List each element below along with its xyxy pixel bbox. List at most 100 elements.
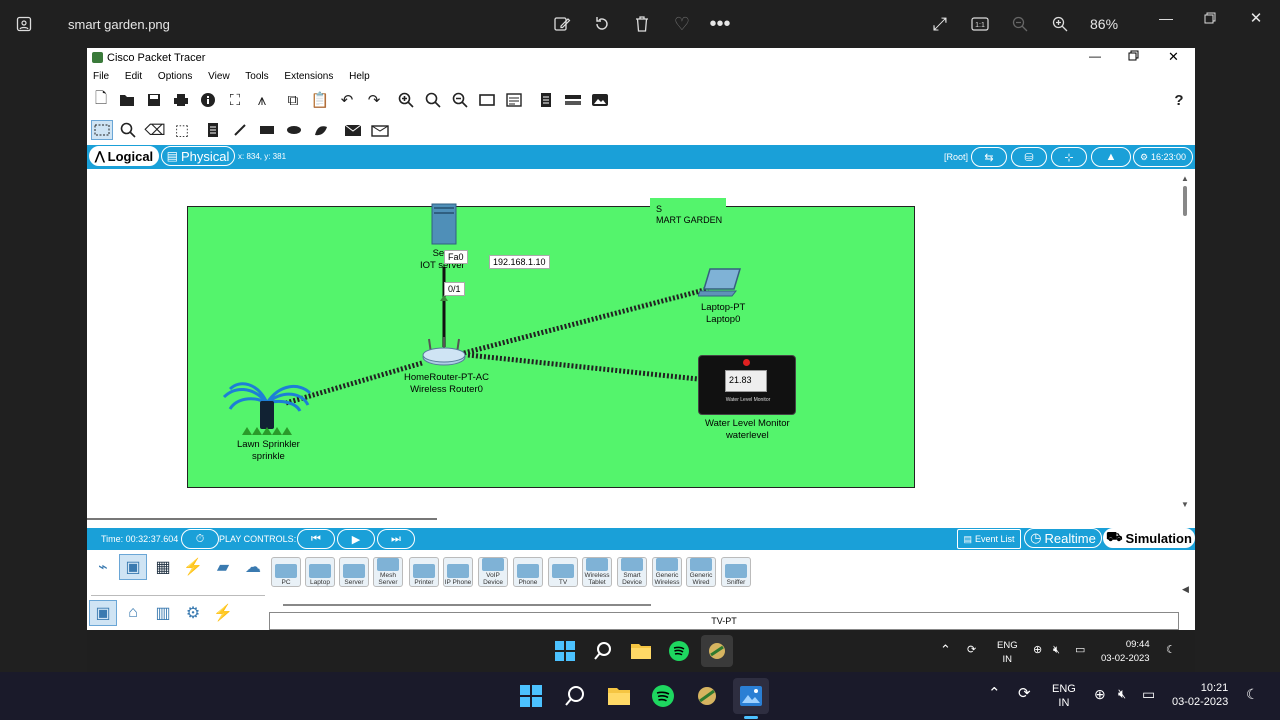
notifications-icon[interactable]: ☾ [1246, 687, 1259, 701]
simulation-button[interactable]: ⛟ Simulation [1103, 528, 1195, 548]
inner-volume-icon[interactable]: 🔇︎ [1053, 643, 1060, 657]
device-server[interactable]: Server [339, 557, 369, 587]
inner-show-hidden-icon[interactable]: ⌃ [940, 643, 951, 657]
inspect-icon[interactable] [118, 120, 138, 140]
spotify-icon[interactable] [649, 682, 677, 710]
back-button[interactable]: ⏮ [297, 529, 335, 549]
save-icon[interactable] [144, 90, 164, 110]
inner-notifications-icon[interactable]: ☾ [1166, 643, 1176, 657]
draw-line-icon[interactable] [230, 120, 250, 140]
realtime-button[interactable]: ◷ Realtime [1024, 528, 1102, 548]
inner-network-icon[interactable]: ⊕ [1033, 643, 1042, 657]
power-grid-icon[interactable]: ⚡ [209, 600, 237, 626]
add-simple-pdu-icon[interactable] [343, 120, 363, 140]
device-laptop[interactable]: Laptop [305, 557, 335, 587]
pt-restore-icon[interactable] [1128, 50, 1139, 64]
fullscreen-icon[interactable]: ⤢ [926, 10, 954, 38]
inner-battery-icon[interactable]: ▭ [1075, 643, 1085, 657]
power-cycle-button[interactable]: ⏱ [181, 529, 219, 549]
device-generic-wireless[interactable]: Generic Wireless [652, 557, 682, 587]
menu-extensions[interactable]: Extensions [284, 71, 333, 82]
packet-tracer-icon[interactable] [693, 682, 721, 710]
zoom-in-icon[interactable] [1046, 10, 1074, 38]
new-cluster-button[interactable]: ⛁ [1011, 147, 1047, 167]
drawing-palette-icon[interactable] [477, 90, 497, 110]
forward-button[interactable]: ⏭ [377, 529, 415, 549]
move-object-button[interactable]: ⊹ [1051, 147, 1087, 167]
smart-garden-area[interactable]: S MART GARDEN Serv IOT server Fa0 0/1 19… [187, 198, 915, 488]
menu-options[interactable]: Options [158, 71, 192, 82]
device-scrollbar[interactable] [283, 604, 651, 606]
device-sniffer[interactable]: Sniffer [721, 557, 751, 587]
draw-rectangle-icon[interactable] [257, 120, 277, 140]
screenshot-icon[interactable] [590, 90, 610, 110]
lawn-sprinkler-icon[interactable] [222, 379, 312, 437]
inner-start-icon[interactable] [551, 637, 579, 665]
add-complex-pdu-icon[interactable] [370, 120, 390, 140]
pt-minimize-icon[interactable]: — [1089, 49, 1101, 63]
network-wizard-icon[interactable]: ⛶ [225, 90, 245, 110]
server-icon[interactable] [431, 203, 457, 245]
inner-file-explorer-icon[interactable] [627, 637, 655, 665]
inner-language[interactable]: ENG IN [997, 639, 1018, 667]
undo-icon[interactable]: ↶ [337, 90, 357, 110]
inner-packet-tracer-icon[interactable] [701, 635, 733, 667]
actual-size-icon[interactable]: 1:1 [966, 10, 994, 38]
rotate-icon[interactable] [588, 10, 616, 38]
notes-icon[interactable] [536, 90, 556, 110]
volume-icon[interactable]: 🔇︎ [1118, 687, 1126, 701]
search-icon[interactable] [561, 682, 589, 710]
device-pc[interactable]: PC [271, 557, 301, 587]
zoom-out-icon[interactable] [1006, 10, 1034, 38]
components-icon[interactable]: ▦ [149, 554, 177, 580]
workspace-vertical-scrollbar[interactable]: ▲ ▼ [1179, 172, 1191, 512]
open-folder-icon[interactable] [117, 90, 137, 110]
device-tv[interactable]: TV [548, 557, 578, 587]
delete-tool-icon[interactable]: ⌫ [144, 120, 165, 140]
delete-icon[interactable] [628, 10, 656, 38]
smart-city-icon[interactable]: ▥ [149, 600, 177, 626]
network-icon[interactable]: ⊕ [1094, 687, 1106, 701]
connections-icon[interactable]: ⚡ [179, 554, 207, 580]
photos-icon[interactable] [733, 678, 769, 714]
end-devices-sub-icon[interactable]: ▣ [89, 600, 117, 626]
play-button[interactable]: ▶ [337, 529, 375, 549]
menu-file[interactable]: File [93, 71, 109, 82]
end-devices-icon[interactable]: ▣ [119, 554, 147, 580]
menu-edit[interactable]: Edit [125, 71, 142, 82]
device-phone[interactable]: Phone [513, 557, 543, 587]
menu-tools[interactable]: Tools [245, 71, 268, 82]
inner-search-icon[interactable] [589, 637, 617, 665]
tab-physical[interactable]: ▤ Physical [161, 146, 235, 166]
device-scroll-left-icon[interactable]: ◀ [1182, 584, 1189, 595]
zoom-in-tool-icon[interactable] [396, 90, 416, 110]
device-wireless-tablet[interactable]: Wireless Tablet [582, 557, 612, 587]
redo-icon[interactable]: ↷ [364, 90, 384, 110]
wireless-router-icon[interactable] [421, 335, 467, 369]
freeform-icon[interactable] [311, 120, 331, 140]
device-smart-device[interactable]: Smart Device [617, 557, 647, 587]
network-devices-icon[interactable]: ⌁ [89, 554, 117, 580]
resize-shape-icon[interactable]: ⬚ [172, 120, 192, 140]
workspace-horizontal-scrollbar[interactable] [87, 518, 437, 520]
copy-icon[interactable]: ⧉ [283, 90, 303, 110]
show-hidden-icon[interactable]: ⌃ [988, 686, 1001, 701]
tab-logical[interactable]: ⋀ Logical [89, 146, 159, 166]
battery-icon[interactable]: ▭ [1142, 687, 1155, 701]
gallery-icon[interactable] [10, 10, 38, 38]
place-note-icon[interactable] [203, 120, 223, 140]
device-ip-phone[interactable]: IP Phone [443, 557, 473, 587]
language-indicator[interactable]: ENG IN [1052, 682, 1076, 710]
sync-icon[interactable]: ⟳ [1018, 686, 1031, 701]
close-icon[interactable]: ✕ [1246, 4, 1266, 32]
edit-icon[interactable] [548, 10, 576, 38]
vertical-scroll-thumb[interactable] [1183, 186, 1187, 216]
restore-icon[interactable] [1200, 4, 1220, 32]
minimize-icon[interactable]: — [1156, 4, 1176, 32]
clock-pill[interactable]: ⚙ 16:23:00 [1133, 147, 1193, 167]
activity-wizard-icon[interactable]: ⩚ [252, 90, 272, 110]
info-icon[interactable] [198, 90, 218, 110]
file-explorer-icon[interactable] [605, 682, 633, 710]
device-printer[interactable]: Printer [409, 557, 439, 587]
device-mesh-server[interactable]: Mesh Server [373, 557, 403, 587]
